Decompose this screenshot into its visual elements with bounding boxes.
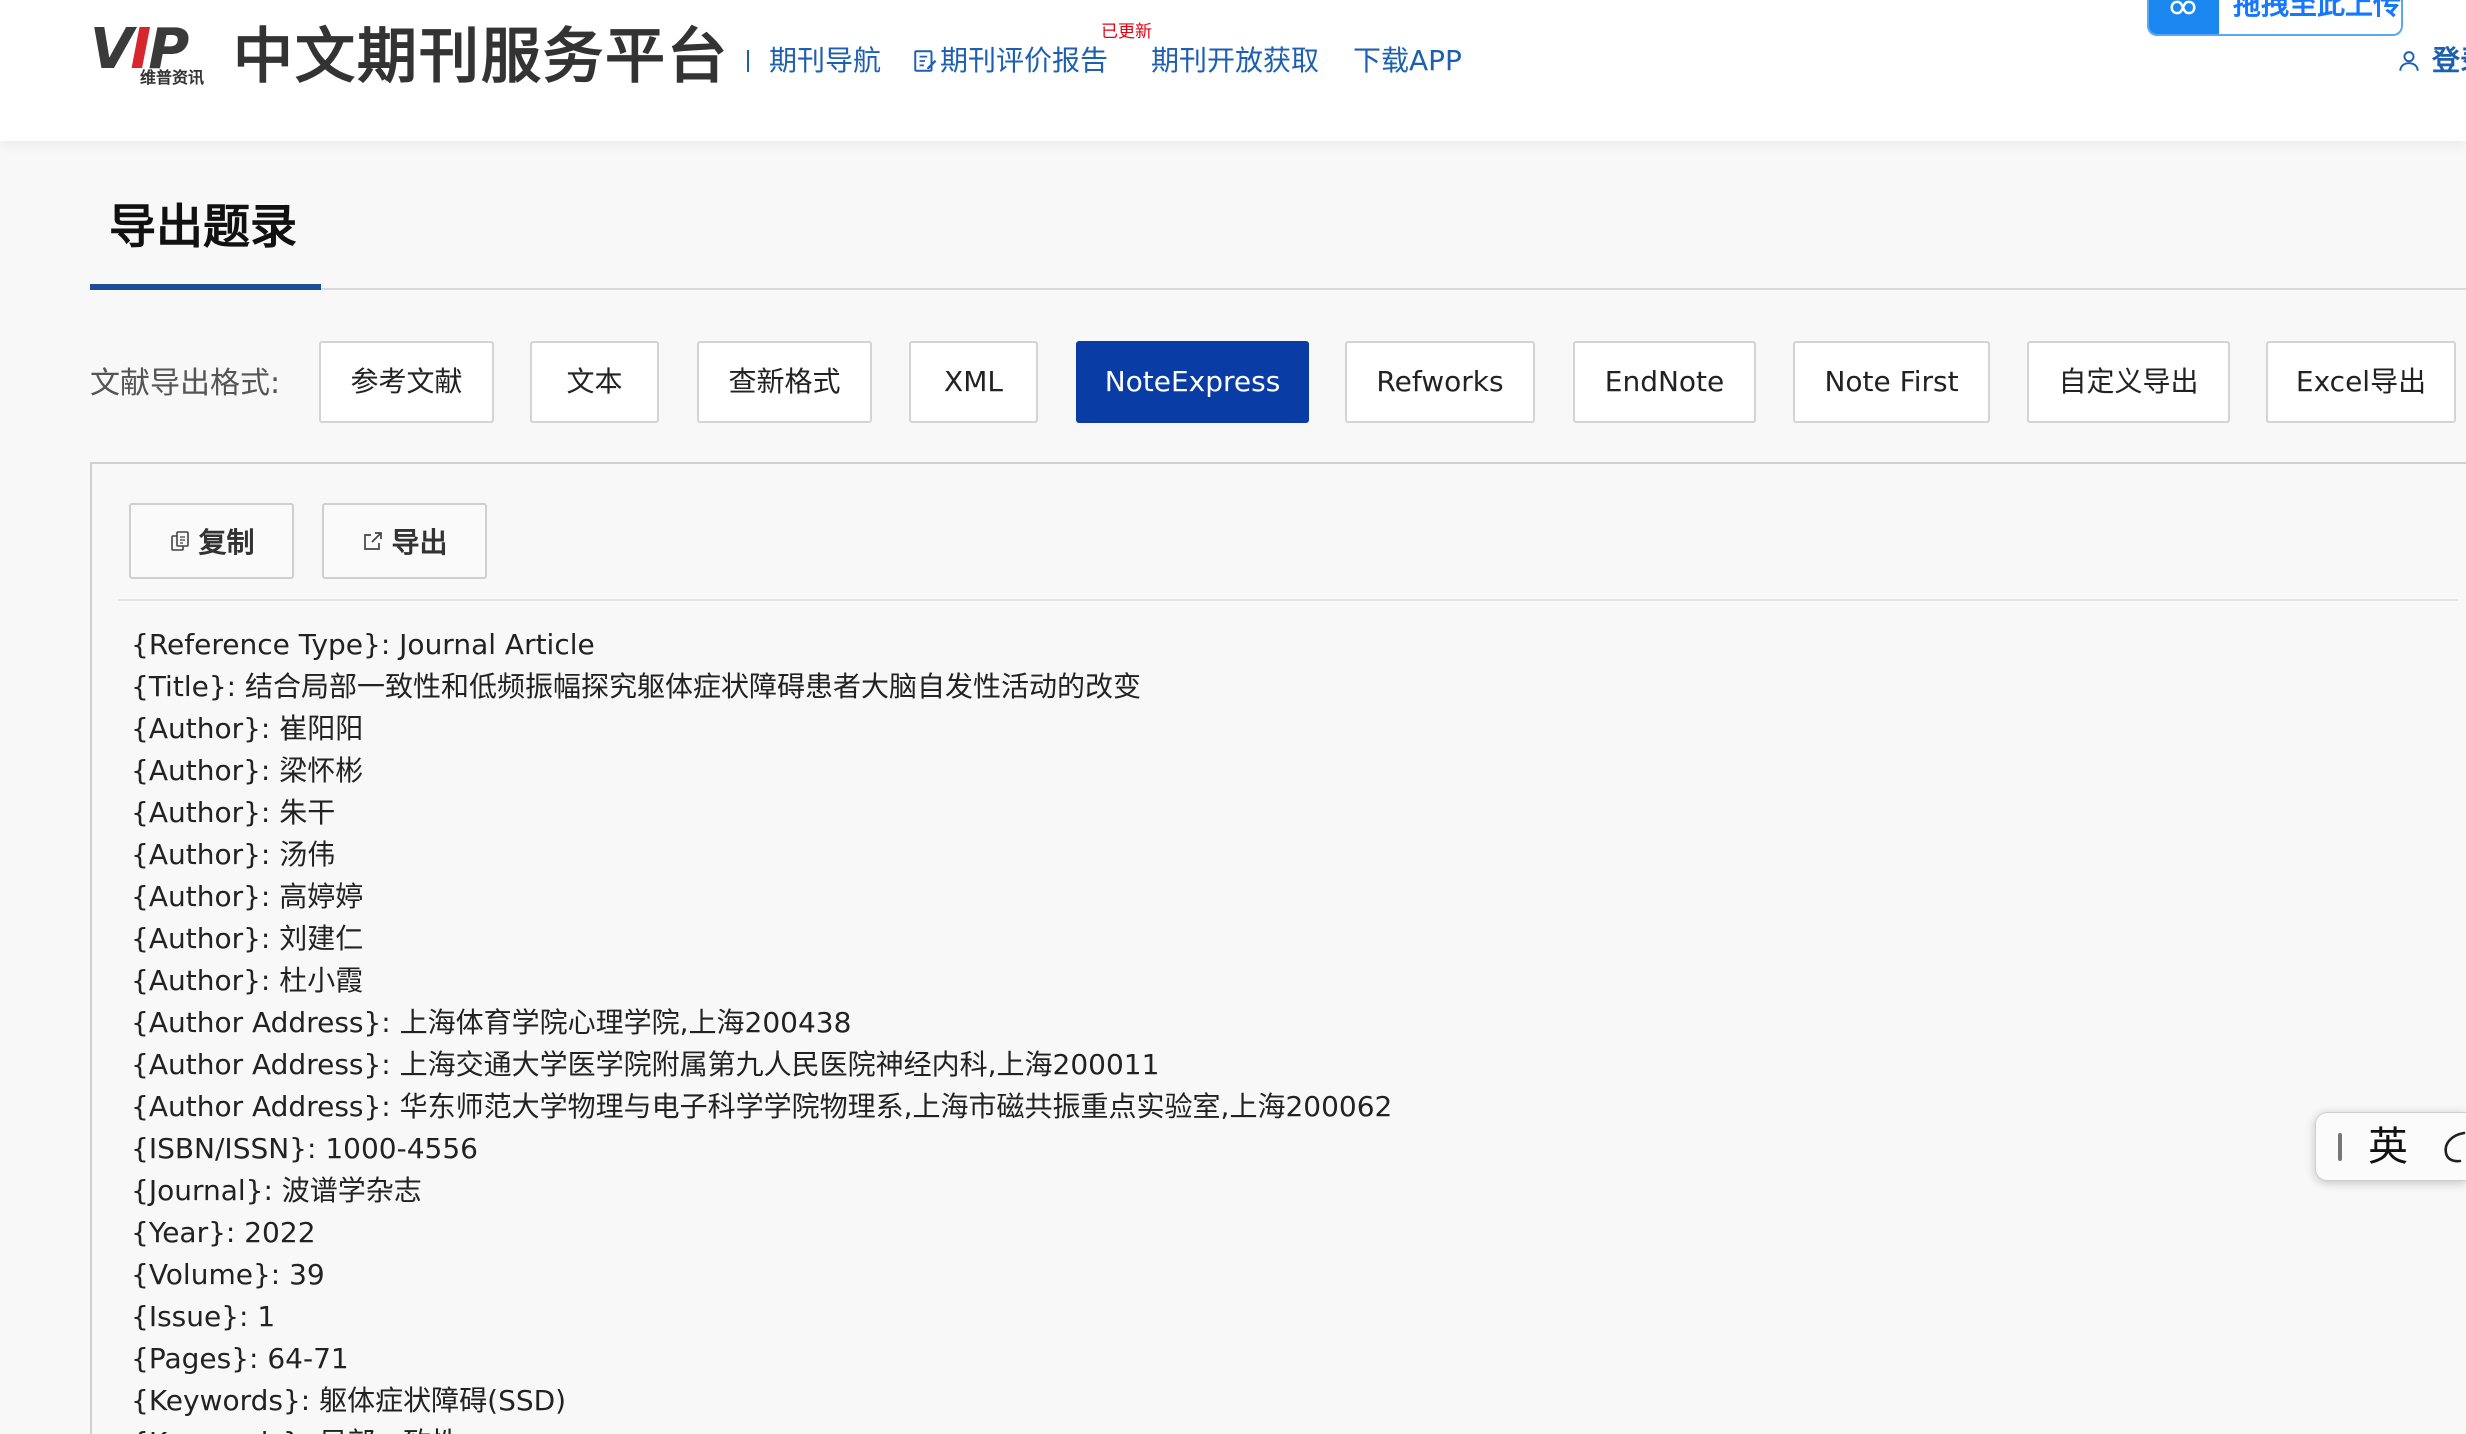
record-line: {Author}: 崔阳阳 <box>131 712 364 745</box>
record-line: {Author}: 梁怀彬 <box>131 754 364 787</box>
record-line: {Author}: 杜小霞 <box>131 964 364 997</box>
nav-label: 期刊开放获取 <box>1151 44 1320 77</box>
record-line: {Title}: 结合局部一致性和低频振幅探究躯体症状障碍患者大脑自发性活动的改… <box>131 670 1141 703</box>
nav-label: 下载APP <box>1353 44 1462 77</box>
format-option-refworks[interactable]: Refworks <box>1345 341 1535 423</box>
nav-download-app[interactable]: 下载APP <box>1353 40 1462 82</box>
logo-subtitle: 维普资讯 <box>140 68 205 87</box>
upload-drop-button[interactable]: 拖拽至此上传 <box>2147 0 2403 36</box>
format-option-xml[interactable]: XML <box>909 341 1038 423</box>
login-label: 登录 <box>2432 44 2466 77</box>
export-label: 导出 <box>391 526 448 559</box>
external-link-icon <box>364 532 383 550</box>
record-line: {Author Address}: 上海交通大学医学院附属第九人民医院神经内科,… <box>131 1048 1160 1081</box>
logo-letter: V <box>90 17 133 82</box>
export-button[interactable]: 导出 <box>322 503 487 579</box>
record-line: {Author}: 高婷婷 <box>131 880 364 913</box>
record-line: {Author}: 汤伟 <box>131 838 336 871</box>
format-option-endnote[interactable]: EndNote <box>1573 341 1756 423</box>
upload-icon-box <box>2149 0 2219 34</box>
record-line: {Journal}: 波谱学杂志 <box>131 1174 422 1207</box>
record-line: {Author Address}: 华东师范大学物理与电子科学学院物理系,上海市… <box>131 1090 1393 1123</box>
format-option-noteexpress[interactable]: NoteExpress <box>1076 341 1309 423</box>
copy-label: 复制 <box>198 526 255 559</box>
copy-icon <box>171 531 190 551</box>
record-line: {Keywords}: 躯体症状障碍(SSD) <box>131 1384 567 1417</box>
updated-badge: 已更新 <box>1101 22 1152 42</box>
ime-moon-icon[interactable] <box>2434 1127 2466 1167</box>
record-line: {Author}: 刘建仁 <box>131 922 364 955</box>
panel-divider <box>118 599 2458 601</box>
report-icon <box>914 50 937 72</box>
nav-journal-guide[interactable]: 期刊导航 <box>769 40 881 82</box>
record-line: {Keywords}: 局部一致性 <box>131 1422 2431 1434</box>
record-text: {Reference Type}: Journal Article {Title}… <box>131 624 2431 1434</box>
format-option-text[interactable]: 文本 <box>530 341 659 423</box>
format-option-notefirst[interactable]: Note First <box>1793 341 1990 423</box>
ime-language-toggle[interactable]: 英 <box>2368 1123 2408 1171</box>
record-line: {ISBN/ISSN}: 1000-4556 <box>131 1132 478 1165</box>
ime-drag-handle[interactable] <box>2338 1133 2342 1161</box>
site-title: 中文期刊服务平台 <box>233 22 729 92</box>
export-result-panel: 复制 导出 {Reference Type}: Journal Article{… <box>90 462 2466 1434</box>
vip-logo[interactable]: V I P 维普资讯 <box>90 22 220 88</box>
nav-evaluation-report[interactable]: 期刊评价报告 <box>912 40 1108 82</box>
app-root: V I P 维普资讯 中文期刊服务平台 期刊导航 期刊评价报告 已更新 期刊开放… <box>0 0 2466 1434</box>
format-option-novelty-search[interactable]: 查新格式 <box>697 341 872 423</box>
nav-open-access[interactable]: 期刊开放获取 <box>1151 40 1319 82</box>
title-divider <box>90 288 2466 290</box>
record-line: {Volume}: 39 <box>131 1258 325 1291</box>
nav-label: 期刊评价报告 <box>940 44 1109 77</box>
user-icon <box>2399 51 2419 71</box>
record-line: {Issue}: 1 <box>131 1300 276 1333</box>
format-option-reference[interactable]: 参考文献 <box>319 341 494 423</box>
site-header: V I P 维普资讯 中文期刊服务平台 期刊导航 期刊评价报告 已更新 期刊开放… <box>0 0 2466 141</box>
nav-label: 期刊导航 <box>769 44 882 77</box>
upload-label: 拖拽至此上传 <box>2233 0 2402 21</box>
record-line: {Reference Type}: Journal Article <box>131 628 595 661</box>
login-link[interactable]: 登录 <box>2396 40 2466 82</box>
format-option-custom[interactable]: 自定义导出 <box>2027 341 2230 423</box>
title-underline <box>90 284 321 290</box>
record-line: {Author}: 朱干 <box>131 796 336 829</box>
record-line: {Pages}: 64-71 <box>131 1342 349 1375</box>
copy-button[interactable]: 复制 <box>129 503 294 579</box>
page-title: 导出题录 <box>109 200 297 255</box>
format-label: 文献导出格式: <box>90 366 281 401</box>
format-option-excel[interactable]: Excel导出 <box>2266 341 2456 423</box>
header-separator <box>747 50 749 72</box>
record-line: {Year}: 2022 <box>131 1216 316 1249</box>
record-line: {Author Address}: 上海体育学院心理学院,上海200438 <box>131 1006 852 1039</box>
ime-toolbar[interactable]: 英 <box>2315 1112 2466 1181</box>
link-loop-icon <box>2170 0 2196 15</box>
